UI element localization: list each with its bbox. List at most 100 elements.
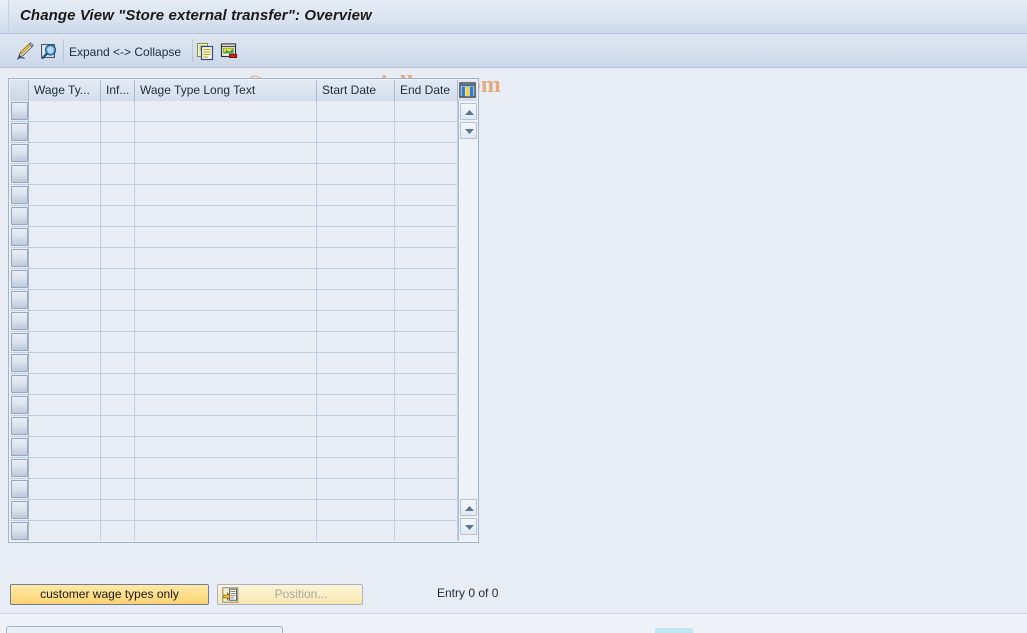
table-cell-long_text[interactable] xyxy=(135,269,317,289)
table-cell-start_date[interactable] xyxy=(317,143,395,163)
row-select-button[interactable] xyxy=(11,291,28,309)
table-cell-infotype[interactable] xyxy=(101,353,135,373)
column-header-end-date[interactable]: End Date xyxy=(395,80,458,101)
table-cell-wage_type[interactable] xyxy=(29,353,101,373)
row-select-button[interactable] xyxy=(11,417,28,435)
table-cell-long_text[interactable] xyxy=(135,332,317,352)
table-cell-start_date[interactable] xyxy=(317,353,395,373)
table-cell-start_date[interactable] xyxy=(317,416,395,436)
table-cell-start_date[interactable] xyxy=(317,101,395,121)
table-cell-wage_type[interactable] xyxy=(29,479,101,499)
column-header-wage-type-long-text[interactable]: Wage Type Long Text xyxy=(135,80,317,101)
table-cell-start_date[interactable] xyxy=(317,164,395,184)
row-select-button[interactable] xyxy=(11,438,28,456)
row-select-button[interactable] xyxy=(11,228,28,246)
table-cell-end_date[interactable] xyxy=(395,248,458,268)
row-select-button[interactable] xyxy=(11,375,28,393)
row-select-button[interactable] xyxy=(11,186,28,204)
table-cell-infotype[interactable] xyxy=(101,500,135,520)
table-cell-long_text[interactable] xyxy=(135,395,317,415)
table-cell-long_text[interactable] xyxy=(135,290,317,310)
table-cell-wage_type[interactable] xyxy=(29,164,101,184)
table-cell-start_date[interactable] xyxy=(317,185,395,205)
row-select-button[interactable] xyxy=(11,354,28,372)
table-cell-end_date[interactable] xyxy=(395,290,458,310)
row-select-button[interactable] xyxy=(11,270,28,288)
table-cell-infotype[interactable] xyxy=(101,311,135,331)
table-row[interactable] xyxy=(10,353,458,374)
table-cell-wage_type[interactable] xyxy=(29,374,101,394)
table-cell-wage_type[interactable] xyxy=(29,332,101,352)
row-select-button[interactable] xyxy=(11,102,28,120)
table-cell-start_date[interactable] xyxy=(317,248,395,268)
table-row[interactable] xyxy=(10,332,458,353)
column-header-wage-type[interactable]: Wage Ty... xyxy=(29,80,101,101)
row-select-button[interactable] xyxy=(11,480,28,498)
table-cell-end_date[interactable] xyxy=(395,164,458,184)
table-cell-wage_type[interactable] xyxy=(29,395,101,415)
table-cell-long_text[interactable] xyxy=(135,185,317,205)
table-settings-icon[interactable] xyxy=(458,80,477,101)
table-cell-long_text[interactable] xyxy=(135,500,317,520)
table-cell-end_date[interactable] xyxy=(395,206,458,226)
row-select-button[interactable] xyxy=(11,144,28,162)
table-row[interactable] xyxy=(10,311,458,332)
select-all-cell[interactable] xyxy=(10,80,29,101)
table-cell-start_date[interactable] xyxy=(317,332,395,352)
table-cell-wage_type[interactable] xyxy=(29,416,101,436)
table-cell-long_text[interactable] xyxy=(135,521,317,541)
table-row[interactable] xyxy=(10,500,458,521)
row-select-button[interactable] xyxy=(11,207,28,225)
table-cell-end_date[interactable] xyxy=(395,332,458,352)
table-cell-infotype[interactable] xyxy=(101,395,135,415)
row-select-button[interactable] xyxy=(11,165,28,183)
scrollbar-track[interactable] xyxy=(460,141,477,497)
table-cell-end_date[interactable] xyxy=(395,458,458,478)
table-cell-start_date[interactable] xyxy=(317,374,395,394)
table-cell-start_date[interactable] xyxy=(317,437,395,457)
table-cell-end_date[interactable] xyxy=(395,416,458,436)
table-cell-start_date[interactable] xyxy=(317,458,395,478)
table-cell-wage_type[interactable] xyxy=(29,458,101,478)
pencil-icon[interactable] xyxy=(15,41,35,61)
table-row[interactable] xyxy=(10,290,458,311)
table-cell-start_date[interactable] xyxy=(317,479,395,499)
table-cell-start_date[interactable] xyxy=(317,290,395,310)
table-cell-infotype[interactable] xyxy=(101,185,135,205)
table-cell-wage_type[interactable] xyxy=(29,437,101,457)
customer-wage-types-only-button[interactable]: customer wage types only xyxy=(10,584,209,605)
position-button[interactable]: Position... xyxy=(217,584,363,605)
table-cell-long_text[interactable] xyxy=(135,164,317,184)
table-cell-end_date[interactable] xyxy=(395,479,458,499)
table-cell-start_date[interactable] xyxy=(317,206,395,226)
table-cell-long_text[interactable] xyxy=(135,479,317,499)
row-select-button[interactable] xyxy=(11,501,28,519)
table-row[interactable] xyxy=(10,122,458,143)
table-cell-infotype[interactable] xyxy=(101,479,135,499)
table-cell-long_text[interactable] xyxy=(135,353,317,373)
table-cell-long_text[interactable] xyxy=(135,143,317,163)
table-cell-wage_type[interactable] xyxy=(29,521,101,541)
table-cell-start_date[interactable] xyxy=(317,395,395,415)
table-cell-long_text[interactable] xyxy=(135,374,317,394)
row-select-button[interactable] xyxy=(11,396,28,414)
table-cell-long_text[interactable] xyxy=(135,248,317,268)
table-row[interactable] xyxy=(10,269,458,290)
table-cell-long_text[interactable] xyxy=(135,101,317,121)
table-cell-wage_type[interactable] xyxy=(29,122,101,142)
variant-icon[interactable] xyxy=(219,41,239,61)
table-cell-infotype[interactable] xyxy=(101,248,135,268)
table-cell-infotype[interactable] xyxy=(101,290,135,310)
table-cell-infotype[interactable] xyxy=(101,101,135,121)
table-cell-infotype[interactable] xyxy=(101,206,135,226)
table-row[interactable] xyxy=(10,101,458,122)
table-cell-long_text[interactable] xyxy=(135,458,317,478)
table-cell-long_text[interactable] xyxy=(135,206,317,226)
row-select-button[interactable] xyxy=(11,333,28,351)
table-cell-wage_type[interactable] xyxy=(29,206,101,226)
table-row[interactable] xyxy=(10,248,458,269)
column-header-start-date[interactable]: Start Date xyxy=(317,80,395,101)
table-cell-long_text[interactable] xyxy=(135,227,317,247)
table-cell-wage_type[interactable] xyxy=(29,227,101,247)
table-cell-start_date[interactable] xyxy=(317,521,395,541)
